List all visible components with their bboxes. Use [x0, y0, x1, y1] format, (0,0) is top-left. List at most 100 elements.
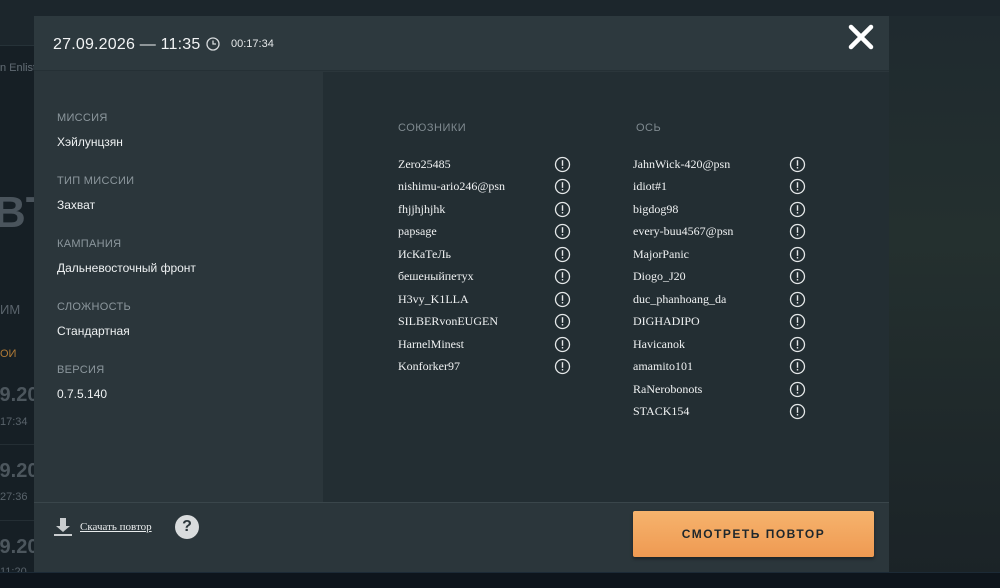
- player-row: RaNerobonots: [633, 378, 806, 401]
- report-player-icon[interactable]: [554, 246, 571, 263]
- background-topbar-text: n Enlist: [0, 62, 37, 74]
- player-row: DIGHADIPO: [633, 311, 806, 334]
- report-player-icon[interactable]: [554, 336, 571, 353]
- difficulty-value: Стандартная: [57, 324, 130, 338]
- allies-label: СОЮЗНИКИ: [398, 122, 467, 134]
- report-player-icon[interactable]: [789, 403, 806, 420]
- report-player-icon[interactable]: [554, 178, 571, 195]
- report-player-icon[interactable]: [789, 381, 806, 398]
- player-row: amamito101: [633, 356, 806, 379]
- report-player-icon[interactable]: [789, 178, 806, 195]
- player-name: Havicanok: [633, 336, 685, 351]
- player-row: duc_phanhoang_da: [633, 288, 806, 311]
- download-icon[interactable]: [53, 517, 73, 537]
- report-player-icon[interactable]: [789, 313, 806, 330]
- report-player-icon[interactable]: [789, 291, 806, 308]
- player-row: STACK154: [633, 401, 806, 424]
- background-tab-fragment: ИМ: [0, 302, 21, 317]
- player-name: duc_phanhoang_da: [633, 291, 727, 306]
- player-name: Zero25485: [398, 156, 451, 171]
- background-orange-fragment: ОИ: [0, 348, 17, 360]
- player-name: Diogo_J20: [633, 269, 686, 284]
- player-name: bigdog98: [633, 201, 679, 216]
- mission-type-label: ТИП МИССИИ: [57, 175, 135, 187]
- help-button[interactable]: ?: [175, 515, 199, 539]
- difficulty-label: СЛОЖНОСТЬ: [57, 301, 131, 313]
- campaign-label: КАМПАНИЯ: [57, 238, 122, 250]
- player-row: Konforker97: [398, 356, 571, 379]
- clock-icon: [206, 37, 220, 51]
- campaign-value: Дальневосточный фронт: [57, 261, 196, 275]
- axis-list: JahnWick-420@psn idiot#1 bigdog98 every-buu…: [633, 153, 806, 423]
- report-player-icon[interactable]: [789, 223, 806, 240]
- background-row-time: 27:36: [0, 491, 28, 503]
- background-bottom-bar: [0, 572, 1000, 588]
- replay-modal: 27.09.2026 — 11:35 00:17:34 МИССИЯ Хэйлу…: [34, 16, 889, 572]
- player-name: MajorPanic: [633, 246, 689, 261]
- match-duration: 00:17:34: [231, 38, 274, 50]
- download-replay-link[interactable]: Скачать повтор: [80, 521, 152, 533]
- background-artwork: [889, 16, 1000, 576]
- player-name: fhjjhjhjhk: [398, 201, 446, 216]
- modal-footer: Скачать повтор ? СМОТРЕТЬ ПОВТОР: [34, 502, 889, 572]
- report-player-icon[interactable]: [789, 156, 806, 173]
- player-name: SILBERvonEUGEN: [398, 314, 498, 329]
- player-name: amamito101: [633, 359, 693, 374]
- background-row-divider: [0, 520, 34, 521]
- player-row: Zero25485: [398, 153, 571, 176]
- report-player-icon[interactable]: [789, 358, 806, 375]
- mission-type-value: Захват: [57, 198, 96, 212]
- report-player-icon[interactable]: [789, 336, 806, 353]
- allies-list: Zero25485 nishimu-ario246@psn fhjjhjhjhk pa…: [398, 153, 571, 378]
- player-name: JahnWick-420@psn: [633, 156, 731, 171]
- player-row: fhjjhjhjhk: [398, 198, 571, 221]
- report-player-icon[interactable]: [554, 268, 571, 285]
- report-player-icon[interactable]: [789, 246, 806, 263]
- report-player-icon[interactable]: [554, 156, 571, 173]
- player-name: STACK154: [633, 404, 690, 419]
- player-row: ИсКаТеЛь: [398, 243, 571, 266]
- version-value: 0.7.5.140: [57, 387, 108, 401]
- player-name: бешеныйпетух: [398, 269, 474, 284]
- report-player-icon[interactable]: [554, 201, 571, 218]
- player-name: nishimu-ario246@psn: [398, 179, 506, 194]
- player-row: nishimu-ario246@psn: [398, 176, 571, 199]
- player-row: H3vy_K1LLA: [398, 288, 571, 311]
- player-row: бешеныйпетух: [398, 266, 571, 289]
- axis-label: ОСЬ: [636, 122, 662, 134]
- mission-info-panel: МИССИЯ Хэйлунцзян ТИП МИССИИ Захват КАМП…: [34, 72, 323, 502]
- player-name: papsage: [398, 224, 437, 239]
- teams-panel: СОЮЗНИКИ Zero25485 nishimu-ario246@psn fhj…: [323, 72, 889, 502]
- player-row: MajorPanic: [633, 243, 806, 266]
- close-icon[interactable]: [846, 22, 876, 52]
- player-name: HarnelMinest: [398, 336, 464, 351]
- player-name: Konforker97: [398, 359, 460, 374]
- modal-header: 27.09.2026 — 11:35 00:17:34: [34, 16, 889, 71]
- player-row: bigdog98: [633, 198, 806, 221]
- background-row-time: 17:34: [0, 416, 28, 428]
- report-player-icon[interactable]: [789, 268, 806, 285]
- report-player-icon[interactable]: [554, 223, 571, 240]
- player-name: ИсКаТеЛь: [398, 246, 451, 261]
- player-row: HarnelMinest: [398, 333, 571, 356]
- player-row: Diogo_J20: [633, 266, 806, 289]
- report-player-icon[interactable]: [554, 313, 571, 330]
- player-row: every-buu4567@psn: [633, 221, 806, 244]
- player-row: idiot#1: [633, 176, 806, 199]
- report-player-icon[interactable]: [554, 291, 571, 308]
- player-name: every-buu4567@psn: [633, 224, 734, 239]
- report-player-icon[interactable]: [554, 358, 571, 375]
- player-name: idiot#1: [633, 179, 668, 194]
- mission-value: Хэйлунцзян: [57, 135, 123, 149]
- report-player-icon[interactable]: [789, 201, 806, 218]
- match-date-time: 27.09.2026 — 11:35: [53, 36, 201, 53]
- player-name: DIGHADIPO: [633, 314, 700, 329]
- watch-replay-button[interactable]: СМОТРЕТЬ ПОВТОР: [633, 511, 874, 557]
- version-label: ВЕРСИЯ: [57, 364, 105, 376]
- player-row: papsage: [398, 221, 571, 244]
- player-row: JahnWick-420@psn: [633, 153, 806, 176]
- background-row-divider: [0, 444, 34, 445]
- player-row: SILBERvonEUGEN: [398, 311, 571, 334]
- player-row: Havicanok: [633, 333, 806, 356]
- mission-label: МИССИЯ: [57, 112, 108, 124]
